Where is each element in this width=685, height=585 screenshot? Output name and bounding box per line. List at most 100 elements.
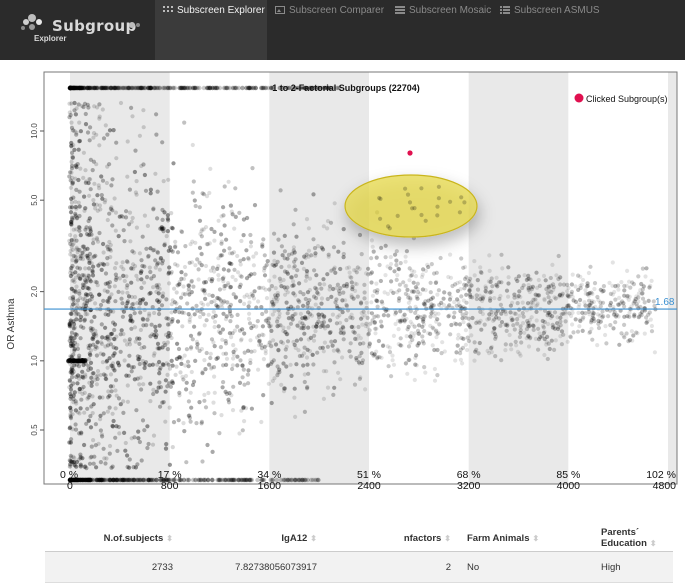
data-point: [228, 319, 233, 324]
data-point: [325, 272, 330, 277]
data-point: [531, 327, 536, 332]
data-point: [507, 332, 512, 338]
data-point: [246, 368, 251, 373]
data-point: [143, 301, 148, 306]
data-point: [254, 251, 259, 256]
data-point: [406, 300, 411, 305]
data-point: [69, 125, 75, 130]
data-point: [329, 339, 334, 344]
data-point: [341, 255, 346, 260]
tab-subscreen-mosaic[interactable]: Subscreen Mosaic: [395, 0, 495, 60]
data-point: [81, 150, 86, 155]
data-point: [474, 296, 479, 302]
data-point: [140, 263, 145, 269]
data-point: [222, 184, 227, 189]
data-point: [376, 314, 381, 319]
data-point: [84, 421, 89, 426]
data-point: [344, 318, 349, 323]
data-point: [68, 414, 73, 419]
data-point: [121, 410, 126, 415]
data-point: [137, 251, 142, 256]
data-point: [552, 310, 558, 315]
data-point: [169, 310, 174, 315]
tab-subscreen-explorer[interactable]: Subscreen Explorer: [155, 0, 267, 60]
data-point: [68, 341, 74, 346]
data-point: [482, 322, 487, 327]
data-point: [142, 213, 147, 218]
data-point: [212, 238, 217, 243]
data-point: [325, 344, 330, 349]
data-point: [328, 220, 334, 225]
image-icon: [275, 6, 285, 14]
data-point: [405, 371, 410, 376]
data-point: [297, 281, 302, 286]
data-point: [132, 311, 137, 316]
data-point: [217, 431, 222, 436]
data-point: [87, 216, 92, 221]
data-point: [127, 457, 132, 462]
data-point: [295, 323, 300, 328]
app-logo[interactable]: Subgroup Explorer: [20, 8, 150, 52]
tab-label: Subscreen Comparer: [289, 5, 385, 16]
data-point: [139, 285, 144, 290]
scatter-plot[interactable]: 1.68 1 to 2-Factorial Subgroups (22704) …: [0, 60, 685, 500]
data-point: [277, 314, 282, 319]
data-point: [130, 249, 135, 254]
data-point: [440, 340, 445, 345]
data-point: [154, 283, 159, 288]
data-point: [101, 372, 106, 377]
data-point: [145, 223, 150, 228]
data-point: [459, 294, 464, 299]
data-point: [531, 323, 536, 329]
data-point: [310, 352, 315, 357]
data-point: [238, 358, 243, 363]
data-point: [546, 284, 552, 289]
data-point: [595, 343, 600, 348]
data-point: [598, 319, 603, 324]
data-point: [542, 352, 547, 358]
data-point: [71, 325, 76, 331]
data-point: [542, 298, 547, 303]
data-point: [120, 301, 125, 306]
data-point: [227, 246, 232, 251]
data-point: [458, 351, 463, 356]
data-point: [97, 292, 102, 297]
data-point: [82, 194, 87, 199]
data-point: [447, 291, 452, 296]
data-point: [120, 260, 125, 265]
data-point: [247, 300, 252, 305]
data-point: [116, 396, 122, 401]
data-point: [114, 156, 119, 161]
data-point: [246, 381, 251, 386]
data-point: [183, 373, 189, 379]
data-point: [211, 309, 216, 314]
tab-subscreen-asmus[interactable]: Subscreen ASMUS: [500, 0, 600, 60]
data-point: [148, 246, 153, 251]
data-point: [91, 198, 96, 203]
data-point: [325, 226, 330, 231]
data-point: [67, 101, 72, 106]
data-point: [458, 347, 463, 352]
data-point: [87, 138, 92, 143]
data-point: [249, 406, 254, 411]
data-point: [341, 290, 346, 295]
plot-area[interactable]: 1.68 1 to 2-Factorial Subgroups (22704) …: [0, 60, 685, 500]
data-point: [72, 147, 77, 152]
data-point: [355, 294, 360, 299]
data-point: [624, 331, 629, 336]
data-point: [149, 322, 154, 327]
data-point: [432, 347, 437, 353]
data-point: [93, 443, 98, 448]
data-point: [274, 299, 279, 304]
data-point: [461, 320, 466, 325]
data-point: [113, 388, 118, 393]
data-point: [475, 287, 481, 292]
data-point: [239, 238, 244, 244]
data-point: [304, 274, 309, 279]
data-point: [284, 300, 289, 305]
data-point: [362, 282, 367, 287]
data-point: [112, 284, 117, 289]
data-point: [336, 249, 341, 254]
tab-subscreen-comparer[interactable]: Subscreen Comparer: [275, 0, 385, 60]
data-point: [177, 355, 182, 360]
